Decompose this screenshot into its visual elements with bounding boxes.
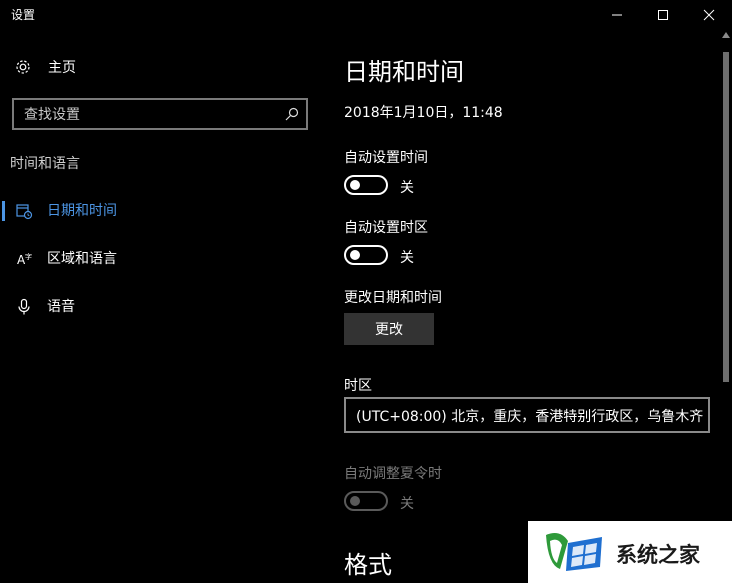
auto-timezone-label: 自动设置时区	[344, 220, 428, 236]
region-language-icon: A 字	[14, 249, 34, 269]
auto-time-toggle[interactable]	[344, 175, 388, 195]
title-bar: 设置	[0, 0, 732, 30]
watermark: 系统之家	[528, 521, 732, 583]
home-nav-item[interactable]: 主页	[14, 56, 76, 78]
toggle-knob	[350, 250, 360, 260]
home-label: 主页	[48, 60, 76, 76]
sidebar-item-label: 日期和时间	[47, 203, 117, 219]
app-title: 设置	[11, 8, 36, 22]
timezone-value: (UTC+08:00) 北京，重庆，香港特别行政区，乌鲁木齐	[356, 409, 704, 425]
watermark-logo-icon	[546, 533, 602, 571]
dst-state: 关	[400, 496, 414, 512]
calendar-clock-icon	[14, 201, 34, 221]
sidebar-item-region-language[interactable]: A 字 区域和语言	[0, 238, 330, 278]
search-icon[interactable]	[284, 106, 300, 122]
sidebar-item-date-time[interactable]: 日期和时间	[0, 190, 330, 230]
gear-icon	[16, 60, 30, 74]
close-icon	[703, 9, 715, 21]
auto-time-label: 自动设置时间	[344, 150, 428, 166]
svg-text:字: 字	[25, 252, 32, 261]
scrollbar[interactable]	[720, 30, 732, 583]
maximize-button[interactable]	[640, 0, 686, 30]
change-datetime-label: 更改日期和时间	[344, 290, 442, 306]
dst-label: 自动调整夏令时	[344, 466, 442, 482]
auto-timezone-state: 关	[400, 250, 414, 266]
timezone-dropdown[interactable]: (UTC+08:00) 北京，重庆，香港特别行政区，乌鲁木齐	[344, 397, 710, 433]
format-section-title: 格式	[344, 551, 392, 579]
section-title: 时间和语言	[10, 156, 80, 172]
search-input[interactable]	[24, 105, 274, 125]
current-datetime: 2018年1月10日，11:48	[344, 105, 503, 121]
auto-timezone-toggle[interactable]	[344, 245, 388, 265]
scroll-thumb[interactable]	[723, 52, 729, 382]
sidebar-item-label: 语音	[47, 299, 75, 315]
active-indicator	[2, 201, 5, 221]
maximize-icon	[658, 10, 668, 20]
toggle-knob	[350, 180, 360, 190]
minimize-button[interactable]	[594, 0, 640, 30]
search-box[interactable]	[12, 98, 308, 130]
auto-time-state: 关	[400, 180, 414, 196]
toggle-knob	[350, 496, 360, 506]
minimize-icon	[612, 14, 622, 16]
change-button[interactable]: 更改	[344, 313, 434, 345]
sidebar-item-speech[interactable]: 语音	[0, 286, 330, 326]
microphone-icon	[14, 297, 34, 317]
timezone-label: 时区	[344, 378, 372, 394]
close-button[interactable]	[686, 0, 732, 30]
scroll-up-arrow-icon[interactable]	[722, 32, 730, 38]
dst-toggle	[344, 491, 388, 511]
sidebar-item-label: 区域和语言	[47, 251, 117, 267]
watermark-text: 系统之家	[616, 543, 700, 567]
page-title: 日期和时间	[344, 58, 464, 86]
